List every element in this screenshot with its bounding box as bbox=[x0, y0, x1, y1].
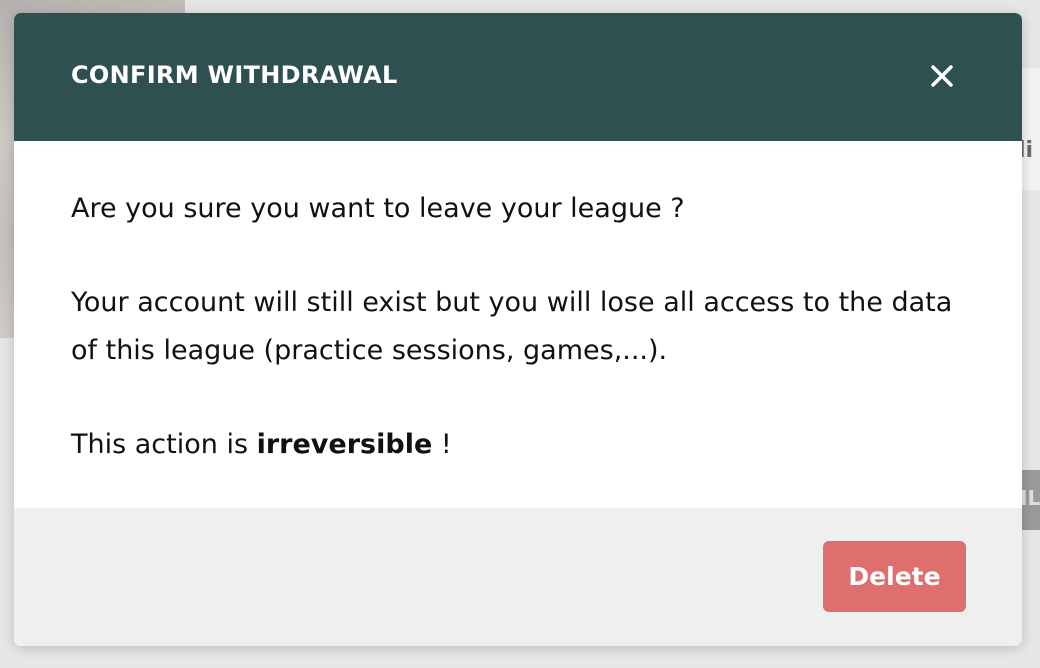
delete-button[interactable]: Delete bbox=[823, 541, 966, 612]
modal-footer: Delete bbox=[14, 508, 1022, 646]
background-button-text: IL bbox=[1020, 486, 1040, 510]
close-icon[interactable] bbox=[927, 61, 957, 91]
irreversible-warning: This action is irreversible ! bbox=[71, 421, 965, 469]
warning-emphasis: irreversible bbox=[256, 429, 433, 460]
confirm-question: Are you sure you want to leave your leag… bbox=[71, 193, 685, 224]
modal-header: CONFIRM WITHDRAWAL bbox=[14, 13, 1022, 141]
confirm-withdrawal-modal: CONFIRM WITHDRAWAL Are you sure you want… bbox=[14, 13, 1022, 646]
modal-body: Are you sure you want to leave your leag… bbox=[14, 141, 1022, 508]
consequence-text: Your account will still exist but you wi… bbox=[71, 287, 953, 366]
warning-suffix: ! bbox=[432, 429, 452, 460]
warning-prefix: This action is bbox=[71, 429, 257, 460]
modal-title: CONFIRM WITHDRAWAL bbox=[71, 61, 398, 89]
